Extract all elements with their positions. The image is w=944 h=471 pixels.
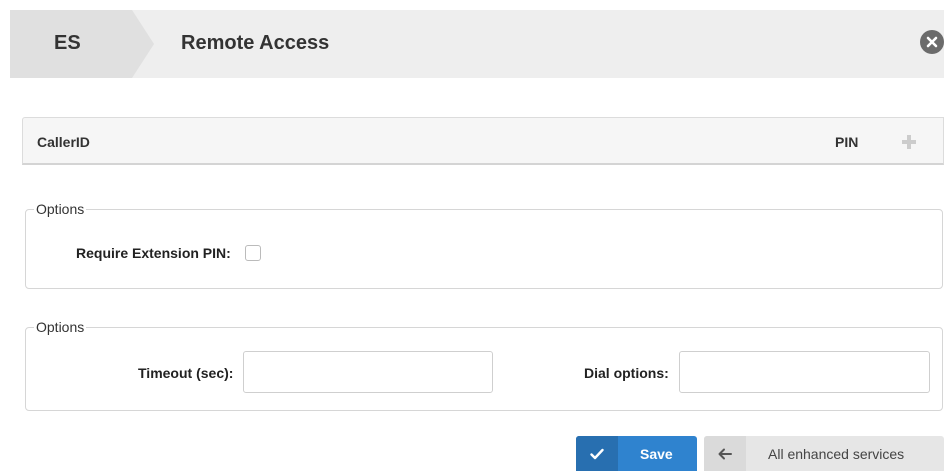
- options-fieldset-dial: Options Timeout (sec): Dial options:: [25, 319, 943, 411]
- close-icon[interactable]: [920, 30, 944, 54]
- save-button-label: Save: [640, 446, 673, 462]
- options-fieldset-general: Options Require Extension PIN:: [25, 201, 943, 289]
- all-enhanced-services-label: All enhanced services: [768, 446, 905, 462]
- callerid-table-header: CallerID PIN: [22, 117, 944, 165]
- breadcrumb-arrow: [132, 10, 154, 78]
- dial-options-input[interactable]: [679, 351, 930, 393]
- require-pin-label: Require Extension PIN:: [76, 245, 231, 261]
- page-title: Remote Access: [181, 32, 330, 54]
- column-header-callerid: CallerID: [37, 134, 90, 150]
- arrow-left-icon: [704, 436, 746, 471]
- fieldset-legend: Options: [34, 201, 87, 217]
- breadcrumb[interactable]: ES: [10, 10, 132, 78]
- timeout-input[interactable]: [243, 351, 493, 393]
- require-pin-checkbox[interactable]: [245, 245, 261, 261]
- save-button[interactable]: Save: [576, 436, 697, 471]
- plus-icon[interactable]: [899, 132, 919, 152]
- timeout-label: Timeout (sec):: [138, 365, 234, 381]
- all-enhanced-services-button[interactable]: All enhanced services: [704, 436, 944, 471]
- fieldset-legend: Options: [34, 319, 87, 335]
- breadcrumb-label[interactable]: ES: [54, 32, 81, 55]
- column-header-pin: PIN: [835, 134, 859, 150]
- page-header: ES Remote Access: [10, 10, 944, 78]
- dial-options-label: Dial options:: [584, 365, 669, 381]
- check-icon: [576, 436, 618, 471]
